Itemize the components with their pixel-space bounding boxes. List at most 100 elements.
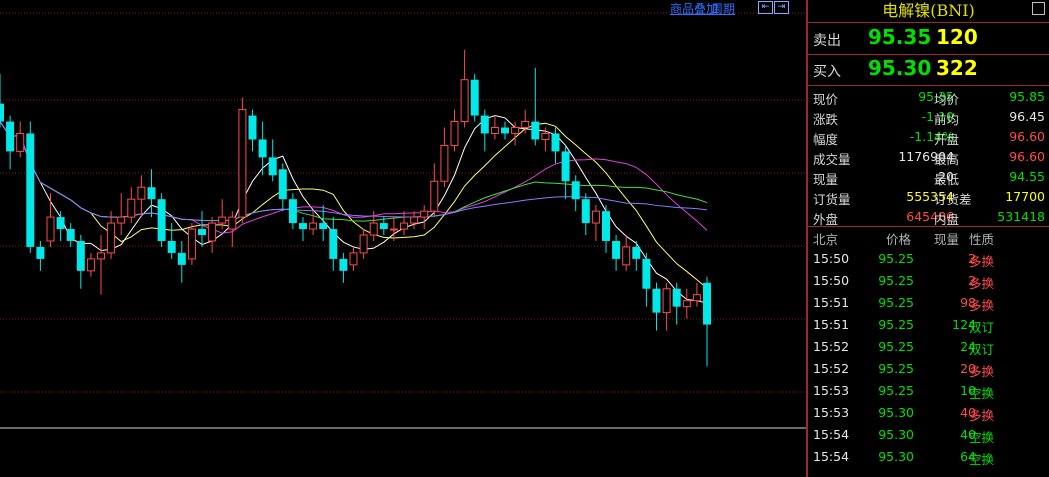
stats-row: 现量 20 最低 94.55 — [808, 167, 1049, 187]
candlestick-plot[interactable] — [0, 0, 806, 477]
tick-price: 95.25 — [878, 251, 914, 266]
candle-body-up — [187, 228, 196, 260]
candle-body-up — [450, 121, 459, 146]
tick-price: 95.25 — [878, 295, 914, 310]
stats-row: 成交量 1176904 最高 96.60 — [808, 147, 1049, 167]
stat-value: 96.60 — [1009, 149, 1045, 164]
tick-row[interactable]: 15:54 95.30 40 空换 — [808, 424, 1049, 446]
quote-panel: 电解镍(BNI) 卖出 95.35 120 买入 95.30 322 现价 95.… — [806, 0, 1049, 477]
candle-body-down — [319, 223, 328, 230]
candle-body-down — [147, 187, 156, 200]
candle-body-down — [198, 229, 206, 235]
tick-row[interactable]: 15:52 95.25 20 多换 — [808, 358, 1049, 380]
candle-body-up — [521, 121, 530, 129]
tick-time: 15:51 — [813, 295, 850, 310]
candle-body-up — [682, 300, 691, 308]
candle-body-down — [612, 240, 621, 259]
stat-label: 最高 — [934, 152, 960, 167]
candle-body-up — [46, 216, 55, 242]
stat-label: 订货差 — [934, 192, 972, 207]
nav-right-button[interactable]: ⇥ — [774, 1, 789, 14]
candle-body-up — [117, 216, 126, 224]
candle-body-up — [430, 180, 439, 212]
tick-row[interactable]: 15:51 95.25 98 多换 — [808, 292, 1049, 314]
candle-body-up — [309, 222, 318, 230]
buy-label: 买入 — [813, 64, 841, 80]
candle-body-down — [339, 258, 348, 271]
buy-price: 95.30 — [868, 56, 932, 80]
stats-row: 涨跌 -1.10 前均 96.45 — [808, 107, 1049, 127]
sell-label: 卖出 — [813, 33, 841, 49]
nav-left-button[interactable]: ⇤ — [758, 1, 773, 14]
ticks-header-time: 北京 — [813, 232, 839, 247]
ticks-header-volume: 现量 — [934, 232, 960, 247]
candle-body-down — [703, 282, 711, 325]
tick-price: 95.30 — [878, 427, 914, 442]
stats-row: 幅度 -1.14% 开盘 96.60 — [808, 127, 1049, 147]
tick-price: 95.25 — [878, 339, 914, 354]
tick-type: 多换 — [969, 364, 995, 379]
sell-volume: 120 — [936, 25, 978, 49]
tick-row[interactable]: 15:53 95.30 40 多换 — [808, 402, 1049, 424]
candle-body-up — [238, 109, 247, 218]
candle-body-down — [329, 229, 338, 259]
candle-body-down — [66, 229, 75, 241]
candle-body-down — [571, 181, 580, 200]
chart-toolbar: 商品叠加 周期 ⇤ ⇥ — [0, 0, 806, 17]
candle-body-up — [107, 222, 116, 254]
candle-body-down — [258, 139, 267, 158]
tick-row[interactable]: 15:52 95.25 24 双订 — [808, 336, 1049, 358]
candle-body-down — [551, 133, 560, 152]
stat-label: 最低 — [934, 172, 960, 187]
stat-label: 成交量 — [813, 152, 851, 167]
candle-body-up — [410, 216, 419, 224]
ma5-line — [0, 115, 708, 304]
candle-body-down — [288, 199, 297, 224]
candle-body-up — [389, 228, 398, 231]
candle-body-up — [460, 79, 469, 123]
candle-body-down — [26, 133, 35, 247]
tick-row[interactable]: 15:50 95.25 2 多换 — [808, 270, 1049, 292]
candle-body-down — [602, 211, 610, 241]
candle-body-down — [268, 157, 277, 176]
stat-label: 现价 — [813, 92, 839, 107]
kline-chart[interactable]: 商品叠加 周期 ⇤ ⇥ — [0, 0, 806, 477]
stats-row: 订货量 555354 订货差 17700 — [808, 187, 1049, 207]
tick-type: 双订 — [969, 320, 995, 335]
candle-body-down — [672, 288, 681, 307]
candle-body-down — [299, 223, 307, 230]
candle-body-down — [0, 103, 4, 122]
candle-body-down — [6, 121, 15, 152]
tick-time: 15:50 — [813, 251, 850, 266]
tick-row[interactable]: 15:53 95.25 10 空换 — [808, 380, 1049, 402]
tick-price: 95.30 — [878, 405, 914, 420]
stat-label: 幅度 — [813, 132, 839, 147]
ticks-header-price: 价格 — [886, 232, 912, 247]
stat-value: 96.45 — [1009, 109, 1045, 124]
tick-price: 95.25 — [878, 361, 914, 376]
instrument-title: 电解镍(BNI) — [882, 1, 975, 20]
tick-row[interactable]: 15:50 95.25 2 多换 — [808, 248, 1049, 270]
tick-time: 15:54 — [813, 427, 850, 442]
candle-body-up — [420, 210, 429, 218]
candle-body-up — [218, 216, 227, 224]
candle-body-down — [56, 217, 65, 230]
tick-price: 95.25 — [878, 383, 914, 398]
ticks-header-type: 性质 — [969, 232, 995, 247]
candle-body-up — [359, 234, 368, 254]
stats-row: 外盘 645486 内盘 531418 — [808, 207, 1049, 227]
candle-body-down — [642, 258, 651, 289]
tick-row[interactable]: 15:54 95.30 64 空换 — [808, 446, 1049, 468]
tick-price: 95.30 — [878, 449, 914, 464]
candle-body-down — [76, 240, 85, 271]
tick-row[interactable]: 15:51 95.25 124 双订 — [808, 314, 1049, 336]
stat-value: 95.85 — [1009, 89, 1045, 104]
candle-body-down — [167, 240, 176, 253]
stat-value: 531418 — [997, 209, 1045, 224]
candle-body-up — [228, 216, 237, 230]
panel-toggle-icon[interactable] — [1032, 2, 1045, 15]
tick-time: 15:50 — [813, 273, 850, 288]
period-link[interactable]: 周期 — [711, 0, 735, 17]
ma60-line — [0, 121, 708, 222]
buy-volume: 322 — [936, 56, 978, 80]
